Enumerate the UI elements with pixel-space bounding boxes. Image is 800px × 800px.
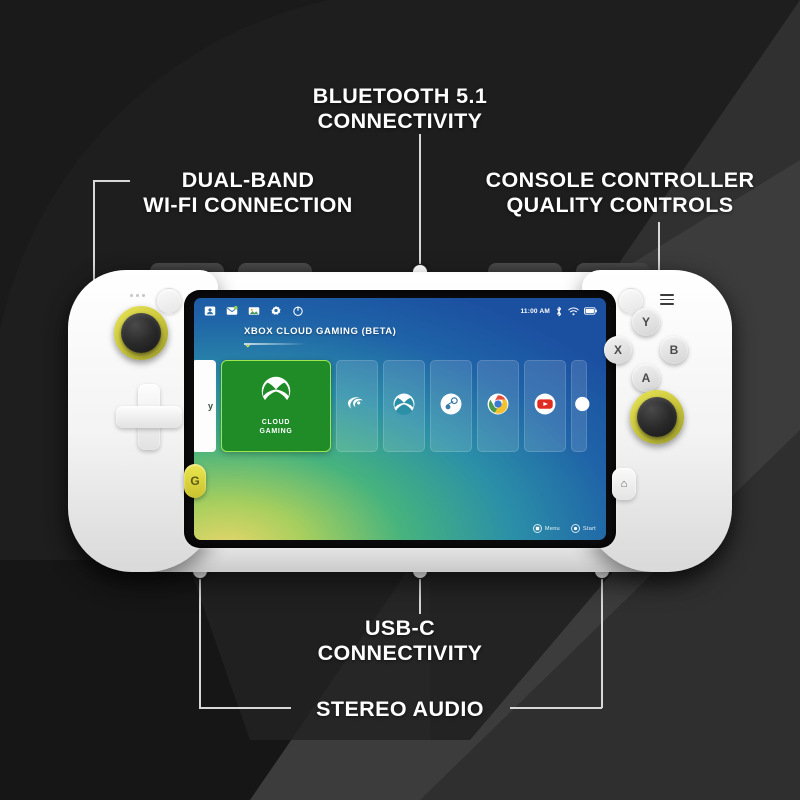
device-screen[interactable]: 11:00 AM XBOX CLOUD GAMING (BETA) ⌄ y (194, 298, 606, 540)
gallery-icon[interactable] (247, 305, 260, 318)
callout-stereo-label: STEREO AUDIO (316, 697, 484, 721)
home-button[interactable]: ⌂ (612, 468, 636, 500)
app-icon-partial (568, 393, 590, 420)
callout-stereo-leader-left-h (199, 707, 291, 709)
section-divider (244, 343, 306, 345)
logitech-button[interactable]: G (184, 464, 206, 498)
callout-stereo-leader-right-v (601, 572, 603, 708)
left-analog-stick[interactable] (114, 306, 168, 360)
tile-partial-previous[interactable]: y (194, 360, 216, 452)
home-icon: ⌂ (620, 478, 628, 490)
callout-wifi-leader-h (93, 180, 130, 182)
callout-wifi-label: DUAL-BAND WI-FI CONNECTION (143, 168, 353, 217)
handheld-gaming-device: 11:00 AM XBOX CLOUD GAMING (BETA) ⌄ y (68, 263, 732, 572)
xbox-icon (261, 376, 291, 411)
wifi-icon (568, 307, 579, 316)
tile-cloud-gaming-label: CLOUD GAMING (259, 418, 293, 435)
battery-icon (584, 307, 597, 315)
tile-next-partial[interactable] (568, 360, 590, 452)
button-a[interactable]: A (632, 364, 660, 392)
status-time: 11:00 AM (520, 307, 550, 315)
speaker-grille (130, 294, 145, 297)
logitech-g-icon: G (190, 474, 200, 488)
circle-glyph-icon (570, 524, 580, 533)
app-tile-row: y CLOUD GAMING (194, 360, 590, 452)
chrome-icon (487, 393, 509, 420)
button-x[interactable]: X (604, 336, 632, 364)
callout-usbc-label: USB-C CONNECTIVITY (317, 616, 483, 665)
menu-button[interactable]: Menu (532, 524, 560, 533)
dpad[interactable] (116, 384, 182, 450)
start-button-label: Start (582, 525, 596, 532)
callout-stereo-leader-right-h (510, 707, 602, 709)
bluetooth-icon (555, 306, 563, 316)
menu-button-label: Menu (544, 525, 560, 532)
face-button-cluster: Y X B A (604, 308, 688, 392)
callout-controls-label: CONSOLE CONTROLLER QUALITY CONTROLS (485, 168, 755, 217)
contacts-icon[interactable] (203, 305, 216, 318)
section-title: XBOX CLOUD GAMING (BETA) (244, 326, 397, 337)
left-capture-button[interactable] (156, 288, 182, 314)
screen-bezel: 11:00 AM XBOX CLOUD GAMING (BETA) ⌄ y (184, 290, 616, 548)
tile-xbox[interactable] (383, 360, 425, 452)
mail-icon[interactable] (225, 305, 238, 318)
steam-icon (440, 393, 462, 420)
callout-bluetooth-leader (419, 134, 421, 269)
tile-steam[interactable] (430, 360, 472, 452)
menu-icon[interactable] (660, 294, 674, 305)
tile-cloud-gaming[interactable]: CLOUD GAMING (221, 360, 331, 452)
power-icon[interactable] (291, 305, 304, 318)
tile-chrome[interactable] (477, 360, 519, 452)
callout-stereo-leader-left-v (199, 572, 201, 708)
status-bar: 11:00 AM (194, 298, 606, 324)
right-analog-stick[interactable] (630, 390, 684, 444)
xbox-icon (393, 393, 415, 420)
settings-icon[interactable] (269, 305, 282, 318)
button-y[interactable]: Y (632, 308, 660, 336)
square-glyph-icon (532, 524, 542, 533)
youtube-icon (534, 393, 556, 420)
button-b[interactable]: B (660, 336, 688, 364)
callout-bluetooth-label: BLUETOOTH 5.1 CONNECTIVITY (312, 84, 488, 133)
start-button[interactable]: Start (570, 524, 596, 533)
dpad-horizontal (116, 406, 182, 428)
tile-youtube[interactable] (524, 360, 566, 452)
chevron-down-icon[interactable]: ⌄ (244, 339, 252, 350)
nvidia-icon (347, 396, 368, 416)
status-bar-right: 11:00 AM (520, 306, 597, 316)
screen-footer: Menu Start (532, 524, 596, 533)
tile-nvidia[interactable] (336, 360, 378, 452)
